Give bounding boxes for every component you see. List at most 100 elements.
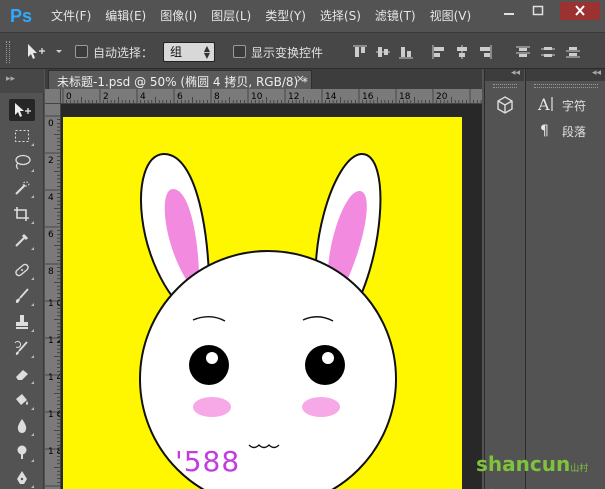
panel-dock-narrow: ◂◂ [484,68,524,489]
panel-dock-header-wide[interactable]: ◂◂ [526,68,605,81]
align-top-edges-icon[interactable] [352,44,368,60]
maximize-icon [532,5,544,16]
ruler-origin[interactable] [45,89,61,104]
right-eye-glint [322,352,334,364]
main-menu: 文件(F) 编辑(E) 图像(I) 图层(L) 类型(Y) 选择(S) 滤镜(T… [44,0,478,32]
spinner-icon: ▲ ▼ [203,44,210,60]
ruler-v-label-12: 1 2 [48,336,61,346]
align-bottom-edges-icon[interactable] [398,44,414,60]
collapse-arrows-icon[interactable]: ▸▸ [6,74,15,84]
collapse-arrows-icon[interactable]: ◂◂ [511,68,520,78]
document-tab-title: 未标题-1.psd @ 50% (椭圆 4 拷贝, RGB/8) * [57,75,308,89]
menu-view[interactable]: 视图(V) [423,0,479,32]
horizontal-ruler[interactable]: 0 2 4 6 8 10 12 14 16 18 20 [61,89,482,104]
photoshop-logo: Ps [9,6,33,26]
ruler-h-label-10: 10 [251,92,263,102]
document-tab-bar: 未标题-1.psd @ 50% (椭圆 4 拷贝, RGB/8) * × [45,69,482,89]
options-bar-grip[interactable] [6,41,10,63]
auto-select-dropdown[interactable]: 组 ▲ ▼ [163,42,215,62]
right-eye [305,345,345,385]
healing-brush-tool[interactable] [9,259,35,281]
paint-bucket-icon [16,394,28,405]
history-brush-icon [14,340,28,355]
distribute-top-edges-icon[interactable] [515,44,531,60]
close-tab-icon[interactable]: × [296,72,305,85]
stamp-icon [16,315,28,329]
panel-grip-wide[interactable] [534,84,598,88]
align-left-edges-icon[interactable] [431,44,447,60]
menu-layer[interactable]: 图层(L) [204,0,258,32]
eraser-tool[interactable] [9,363,35,385]
ruler-h-label-4: 4 [140,92,146,102]
align-right-edges-icon[interactable] [477,44,493,60]
svg-text:¶: ¶ [540,123,549,139]
eyedropper-tool[interactable] [9,229,35,251]
ruler-v-label-4: 4 [48,193,54,203]
distribute-bottom-edges-icon[interactable] [565,44,581,60]
ruler-v-label-16: 1 6 [48,410,61,420]
brush-tool[interactable] [9,285,35,307]
paragraph-panel-button[interactable]: ¶ 段落 [536,120,586,142]
right-blush [302,397,340,417]
canvas[interactable]: '588 [63,117,462,489]
crop-icon [14,207,29,221]
minimize-icon [504,13,514,15]
paint-bucket-tool[interactable] [9,389,35,411]
eraser-icon [16,370,28,380]
pen-tool[interactable] [9,467,35,489]
watermark-text: shancun [476,452,571,476]
left-eye [189,345,229,385]
panel-dock-header[interactable]: ◂◂ [485,68,524,81]
bunny-illustration [139,152,397,489]
move-tool[interactable] [9,99,35,121]
ruler-v-label-0: 0 [48,119,54,129]
menu-edit[interactable]: 编辑(E) [98,0,153,32]
character-text-icon: A [537,95,553,114]
panel-dock-wide: ◂◂ A 字符 ¶ 段落 [525,68,605,489]
menu-filter[interactable]: 滤镜(T) [368,0,423,32]
3d-cube-icon[interactable] [495,95,515,115]
marquee-tool[interactable] [9,125,35,147]
maximize-button[interactable] [527,2,549,20]
document-tab[interactable]: 未标题-1.psd @ 50% (椭圆 4 拷贝, RGB/8) * × [48,70,312,89]
vertical-ruler[interactable]: 0 2 4 6 8 1 0 1 2 1 4 1 6 1 8 [45,104,61,489]
rectangular-marquee-icon [15,130,29,142]
ruler-h-label-2: 2 [103,92,109,102]
minimize-button[interactable] [498,2,520,20]
clone-stamp-tool[interactable] [9,311,35,333]
character-panel-button[interactable]: A 字符 [536,94,586,116]
svg-text:A: A [537,95,550,114]
auto-select-value: 组 [170,45,183,59]
quick-selection-tool[interactable] [9,177,35,199]
lasso-tool[interactable] [9,151,35,173]
history-brush-tool[interactable] [9,337,35,359]
menu-select[interactable]: 选择(S) [313,0,368,32]
move-tool-icon [28,44,62,59]
ruler-h-label-14: 14 [325,92,337,102]
menu-type[interactable]: 类型(Y) [258,0,313,32]
auto-select-label: 自动选择： [93,46,154,60]
align-vertical-centers-icon[interactable] [375,44,391,60]
water-drop-icon [17,419,27,433]
ruler-h-label-12: 12 [288,92,299,102]
tools-panel: ▸▸ [0,69,44,489]
ruler-h-label-6: 6 [177,92,183,102]
collapse-arrows-icon[interactable]: ◂◂ [592,68,601,78]
align-horizontal-centers-icon[interactable] [454,44,470,60]
show-transform-checkbox[interactable] [233,45,246,58]
show-transform-label: 显示变换控件 [251,46,324,60]
menu-image[interactable]: 图像(I) [153,0,204,32]
blur-tool[interactable] [9,415,35,437]
menu-file[interactable]: 文件(F) [44,0,98,32]
ruler-v-label-8: 8 [48,267,54,277]
tools-panel-header[interactable]: ▸▸ [0,69,44,93]
panel-grip[interactable] [493,84,517,88]
paragraph-panel-label: 段落 [562,125,587,139]
close-window-button[interactable] [560,2,600,20]
distribute-vertical-centers-icon[interactable] [540,44,556,60]
dodge-tool[interactable] [9,441,35,463]
eyedropper-icon [15,233,29,247]
crop-tool[interactable] [9,203,35,225]
auto-select-checkbox[interactable] [75,45,88,58]
tool-preset-picker[interactable] [24,42,64,62]
